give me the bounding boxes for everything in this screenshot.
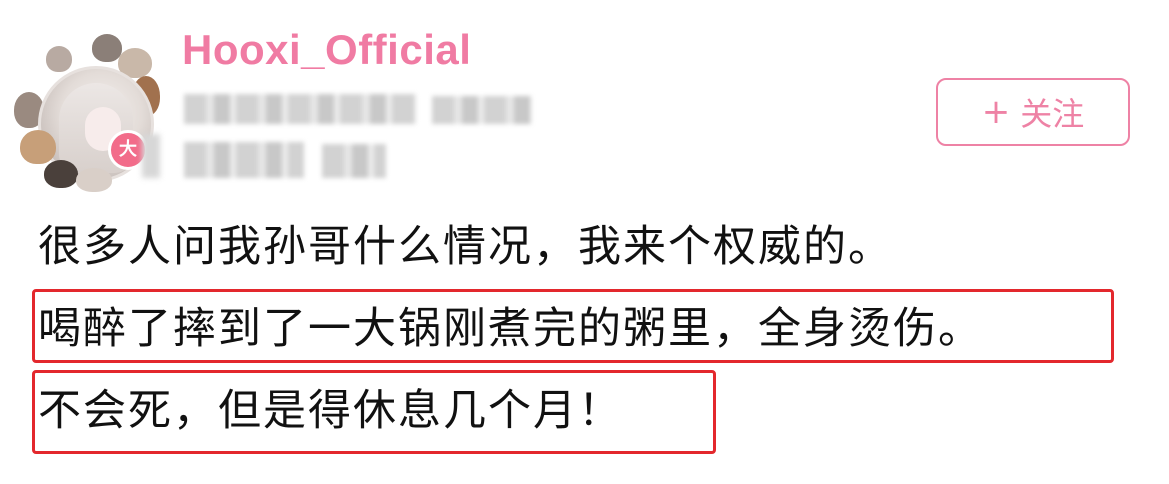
- username[interactable]: Hooxi_Official: [182, 26, 471, 74]
- follow-button-label: 关注: [1020, 95, 1085, 133]
- blurred-meta-info: [322, 144, 386, 178]
- bunny-decoration: [76, 168, 112, 192]
- plus-icon: +: [981, 92, 1011, 132]
- avatar[interactable]: 大: [14, 32, 164, 192]
- bunny-decoration: [46, 46, 72, 72]
- blurred-meta-info: [184, 142, 304, 178]
- highlight-box: [32, 370, 716, 454]
- highlight-box: [32, 289, 1114, 363]
- post-text-line: 很多人问我孙哥什么情况，我来个权威的。: [38, 222, 893, 272]
- bunny-decoration: [20, 130, 56, 164]
- follow-button[interactable]: + 关注: [936, 78, 1130, 146]
- blurred-content: [142, 134, 160, 178]
- blurred-meta-info: [184, 94, 416, 124]
- blurred-meta-info: [432, 96, 532, 124]
- bunny-decoration: [92, 34, 122, 62]
- bunny-decoration: [44, 160, 78, 188]
